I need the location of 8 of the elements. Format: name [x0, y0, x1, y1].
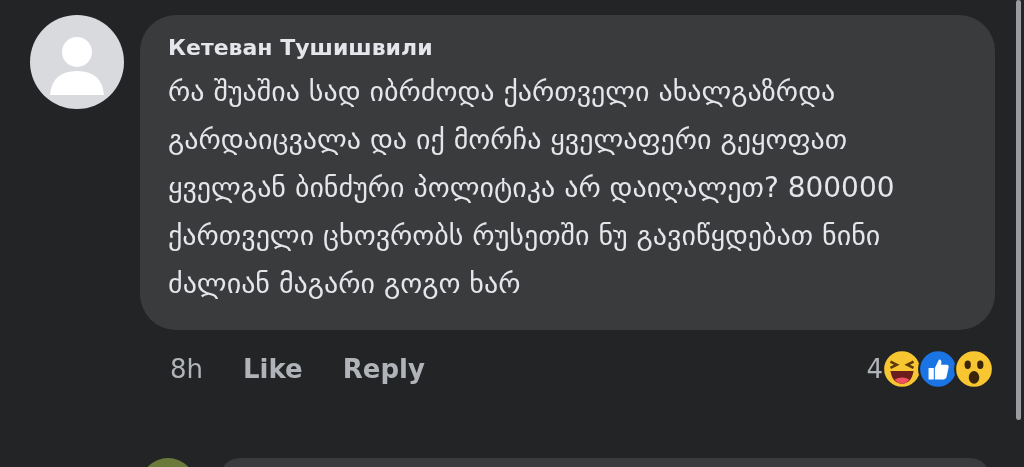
reaction-count: 4	[866, 354, 883, 384]
like-link[interactable]: Like	[243, 354, 303, 384]
reply-link[interactable]: Reply	[342, 354, 425, 384]
avatar-silhouette-icon	[30, 15, 124, 109]
comment-text: რა შუაშია სად იბრძოდა ქართველი ახალგაზრდა გარდაიცვალა და იქ მორჩა ყველაფერი გეყოფათ ყველგან ბინძური პოლიტიკა არ დაიღალეთ? 800000 ქართველი ცხოვრობს რუსეთში ნუ გავიწყდებათ ნინი ძალიან მაგარი გოგო ხარ	[168, 74, 896, 302]
surprised-emoji-icon	[953, 348, 995, 390]
author-name: Кетеван Тушишвили	[168, 35, 434, 60]
timestamp: 8h	[170, 354, 204, 384]
